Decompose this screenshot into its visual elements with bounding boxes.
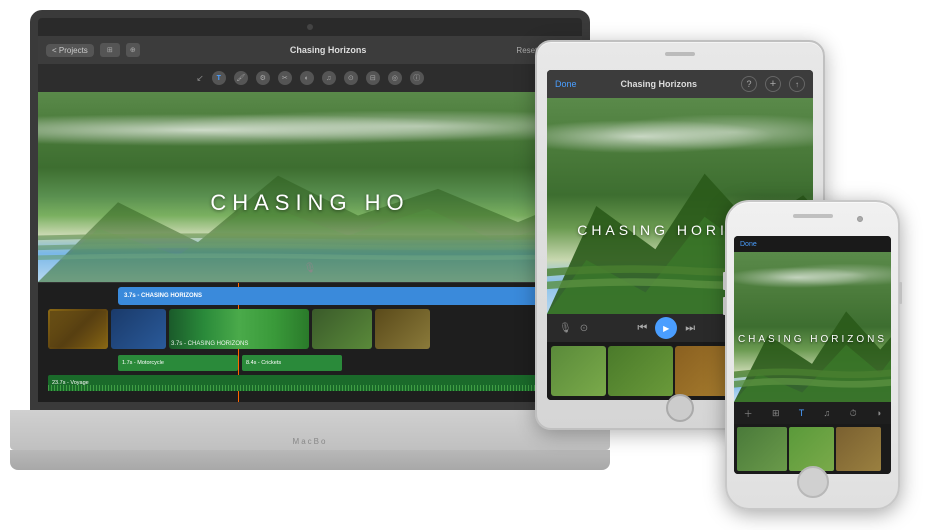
video-clip-5[interactable] [375, 309, 430, 349]
imovie-title: Chasing Horizons [146, 45, 511, 55]
noise-icon[interactable]: ◎ [388, 71, 402, 85]
iphone-music-icon[interactable]: ♫ [824, 408, 831, 418]
ipad-toolbar-icons: ? + ↑ [741, 76, 805, 92]
brush-icon[interactable]: 🖌 [234, 71, 248, 85]
projects-button[interactable]: < Projects [46, 44, 94, 57]
laptop-bezel [38, 18, 582, 36]
ipad-skip-forward-button[interactable]: ⏭ [685, 322, 695, 335]
video-track: 3.7s - CHASING HORIZONS [48, 309, 572, 349]
ipad-skip-back-button[interactable]: ⏮ [637, 322, 647, 335]
iphone-device: Done CHASING HORIZONS [725, 200, 900, 510]
iphone-speaker [793, 214, 833, 218]
crop-icon[interactable]: ✂ [278, 71, 292, 85]
iphone-filter-icon[interactable]: ◑ [876, 408, 881, 418]
audio-icon[interactable]: ♫ [322, 71, 336, 85]
ipad-record-icon[interactable]: ⊙ [580, 323, 588, 334]
iphone-clouds [734, 264, 891, 291]
video-clip-1[interactable] [48, 309, 108, 349]
ipad-mic-icon[interactable]: 🎙 [559, 323, 572, 334]
laptop-base: MacBo [10, 410, 610, 470]
audio-track-1[interactable]: 1.7s - Motorcycle [118, 355, 238, 371]
iphone-power-button [899, 282, 902, 304]
iphone-mountain-svg [734, 297, 891, 402]
ipad-play-button[interactable]: ▶ [655, 317, 677, 339]
iphone-clip-icon[interactable]: ⊞ [772, 408, 780, 419]
iphone-volume-down [723, 297, 726, 315]
iphone-body: Done CHASING HORIZONS [725, 200, 900, 510]
ipad-help-button[interactable]: ? [741, 76, 757, 92]
laptop-brand: MacBo [293, 437, 328, 446]
ipad-title: Chasing Horizons [577, 79, 741, 89]
iphone-volume-up [723, 272, 726, 290]
imovie-toolbar: < Projects ⊞ ⊕ Chasing Horizons Reset Al… [38, 36, 582, 64]
ipad-add-button[interactable]: + [765, 76, 781, 92]
imovie-app: < Projects ⊞ ⊕ Chasing Horizons Reset Al… [38, 36, 582, 402]
ipad-share-button[interactable]: ↑ [789, 76, 805, 92]
iphone-speed-icon[interactable]: ⏱ [850, 408, 857, 419]
text-icon[interactable]: T [212, 71, 226, 85]
iphone-plus-icon[interactable]: ＋ [744, 407, 753, 420]
ipad-left-controls: 🎙 ⊙ [559, 323, 588, 334]
laptop-screen: < Projects ⊞ ⊕ Chasing Horizons Reset Al… [30, 10, 590, 410]
speed-icon[interactable]: ⊙ [344, 71, 358, 85]
iphone-camera [857, 216, 863, 222]
ipad-speaker [665, 52, 695, 56]
scene: < Projects ⊞ ⊕ Chasing Horizons Reset Al… [0, 0, 945, 530]
ipad-clouds [547, 115, 813, 158]
video-clip-3[interactable]: 3.7s - CHASING HORIZONS [169, 309, 309, 349]
iphone-done-button[interactable]: Done [740, 241, 757, 248]
laptop-keyboard: MacBo [10, 410, 610, 450]
ipad-clip-2[interactable] [608, 346, 673, 396]
info-icon[interactable]: ⓘ [410, 71, 424, 85]
clip-label-3: 3.7s - CHASING HORIZONS [171, 341, 248, 347]
laptop-preview-title: CHASING HO [210, 190, 409, 216]
settings-icon[interactable]: ⚙ [256, 71, 270, 85]
stabilize-icon[interactable]: ⊟ [366, 71, 380, 85]
laptop-device: < Projects ⊞ ⊕ Chasing Horizons Reset Al… [30, 10, 590, 470]
audio-track-3[interactable]: 23.7s - Voyage [48, 375, 572, 391]
iphone-clip-3[interactable] [836, 427, 881, 471]
mic-icon: 🎙 [304, 263, 317, 274]
iphone-clip-1[interactable] [737, 427, 787, 471]
iphone-landscape-bg [734, 252, 891, 402]
audio-track-2[interactable]: 8.4s - Crickets [242, 355, 342, 371]
title-track[interactable]: 3.7s - CHASING HORIZONS [118, 287, 562, 305]
iphone-preview-title: CHASING HORIZONS [738, 334, 887, 345]
laptop-foot [10, 450, 610, 470]
laptop-camera [307, 24, 313, 30]
iphone-toolbar: Done [734, 236, 891, 252]
preview-background [38, 92, 582, 282]
iphone-screen: Done CHASING HORIZONS [734, 236, 891, 474]
imovie-preview: CHASING HO 🎙 [38, 92, 582, 282]
ipad-home-button[interactable] [666, 394, 694, 422]
color-icon[interactable]: ◐ [300, 71, 314, 85]
video-clip-4[interactable] [312, 309, 372, 349]
iphone-preview: CHASING HORIZONS [734, 252, 891, 402]
iphone-controls: ＋ ⊞ T ♫ ⏱ ◑ [734, 402, 891, 424]
audio-waveform [48, 385, 572, 391]
ipad-clip-1[interactable] [551, 346, 606, 396]
imovie-icons-row: ↙ T 🖌 ⚙ ✂ ◐ ♫ ⊙ ⊟ ◎ ⓘ [38, 64, 582, 92]
ipad-toolbar: Done Chasing Horizons ? + ↑ [547, 70, 813, 98]
iphone-text-icon[interactable]: T [799, 408, 805, 418]
video-clip-2[interactable] [111, 309, 166, 349]
iphone-home-button[interactable] [797, 466, 829, 498]
iphone-clip-2[interactable] [789, 427, 834, 471]
cloud-layer [38, 111, 582, 149]
imovie-timeline: 3.7s - CHASING HORIZONS 3. [38, 282, 582, 402]
ipad-done-button[interactable]: Done [555, 79, 577, 89]
ipad-playback-controls: ⏮ ▶ ⏭ [637, 317, 695, 339]
